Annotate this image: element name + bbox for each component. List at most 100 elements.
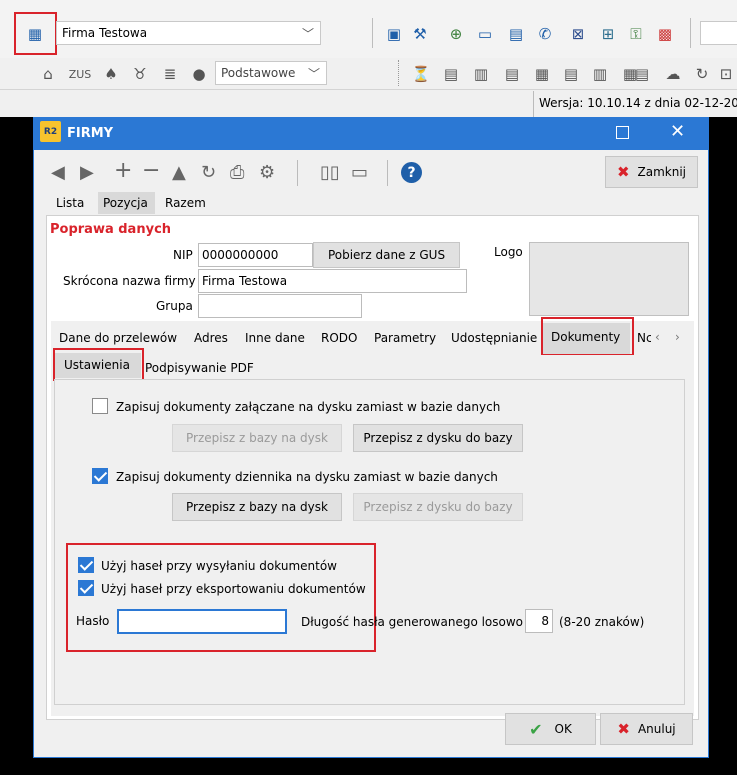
- separator: [533, 91, 534, 117]
- opt2-checkbox[interactable]: [92, 468, 108, 484]
- opt3-checkbox[interactable]: [78, 557, 94, 573]
- sub-tab-podpisywanie-pdf[interactable]: Podpisywanie PDF: [145, 361, 254, 375]
- highlight-box: [541, 317, 634, 356]
- award-icon[interactable]: ♉: [130, 64, 150, 84]
- doc-icon-6[interactable]: ▥: [590, 64, 610, 84]
- opt1-label: Zapisuj dokumenty załączane na dysku zam…: [116, 400, 501, 414]
- pw-length-hint: (8-20 znaków): [559, 615, 645, 629]
- save-icon[interactable]: ▣: [384, 24, 404, 44]
- bell-icon[interactable]: ♠: [101, 64, 121, 84]
- doc-icon-5[interactable]: ▤: [561, 64, 581, 84]
- globe-icon[interactable]: ⊕: [446, 24, 466, 44]
- opt4-checkbox[interactable]: [78, 580, 94, 596]
- separator: [690, 18, 691, 48]
- highlight-box: [14, 12, 57, 55]
- tab-rodo[interactable]: RODO: [321, 331, 357, 345]
- close-x-icon: ✖: [616, 163, 630, 181]
- group-label: Grupa: [156, 299, 193, 313]
- first-record-icon[interactable]: ◀: [51, 164, 65, 182]
- tab-inne-dane[interactable]: Inne dane: [245, 331, 305, 345]
- help-icon[interactable]: ?: [401, 162, 422, 183]
- company-combo-value: Firma Testowa: [62, 26, 148, 40]
- logo-box[interactable]: [529, 242, 689, 316]
- grid-icon[interactable]: ▩: [655, 24, 675, 44]
- db-to-disk-button-2[interactable]: Przepisz z bazy na dysk: [172, 493, 342, 521]
- mode-combo[interactable]: Podstawowe ﹀: [215, 61, 327, 85]
- opt1-checkbox[interactable]: [92, 398, 108, 414]
- columns-icon[interactable]: ▯▯: [320, 164, 340, 182]
- cancel-button-label: Anuluj: [637, 722, 676, 736]
- maximize-icon[interactable]: [616, 126, 629, 139]
- chevron-right-icon[interactable]: ›: [675, 330, 680, 344]
- password-input[interactable]: [117, 609, 287, 634]
- separator: [372, 18, 373, 48]
- app-toolbar-area: ▦ Firma Testowa ﹀ ▣ ⚒ ⊕ ▭ ▤ ✆ ⊠ ⊞ ⚿ ▩ ⌂ Z…: [0, 0, 737, 117]
- key-icon[interactable]: ⚿: [626, 24, 646, 44]
- excel-export-icon[interactable]: ⊠: [568, 24, 588, 44]
- db-to-disk-button-1[interactable]: Przepisz z bazy na dysk: [172, 424, 342, 452]
- highlight-box: [53, 348, 144, 381]
- phone-icon[interactable]: ✆: [535, 24, 555, 44]
- version-label: Wersja: 10.10.14 z dnia 02-12-20: [539, 96, 737, 110]
- cloud-icon[interactable]: ☁: [663, 64, 683, 84]
- logo-label: Logo: [494, 245, 523, 259]
- tab-dane-do-przelewow[interactable]: Dane do przelewów: [59, 331, 177, 345]
- firmy-dialog: R2 FIRMY ✕ ◀ ▶ + − ▲ ↻ ⎙ ⚙ ▯▯ ▭ ? ✖ Zamkn…: [33, 117, 709, 758]
- tab-parametry[interactable]: Parametry: [374, 331, 436, 345]
- tab-udostepnianie[interactable]: Udostępnianie: [451, 331, 537, 345]
- dialog-title: FIRMY: [67, 126, 114, 141]
- hourglass-icon[interactable]: ⏳: [411, 64, 431, 84]
- tab-more[interactable]: Nc: [637, 331, 651, 345]
- doc-icon-4[interactable]: ▦: [532, 64, 552, 84]
- doc-icon-3[interactable]: ▤: [502, 64, 522, 84]
- refresh-icon[interactable]: ↻: [692, 64, 712, 84]
- monitor-icon[interactable]: ▭: [351, 164, 368, 182]
- ok-button-label: OK: [554, 722, 572, 736]
- zus-icon[interactable]: ZUS: [69, 64, 92, 84]
- gus-button[interactable]: Pobierz dane z GUS: [313, 242, 460, 268]
- chevron-left-icon[interactable]: ‹: [655, 330, 660, 344]
- print-icon[interactable]: ⎙: [230, 164, 244, 182]
- tab-lista[interactable]: Lista: [56, 196, 84, 210]
- check-icon: ✔: [529, 719, 543, 739]
- bank-icon[interactable]: ⌂: [38, 64, 58, 84]
- extra-combo[interactable]: [700, 21, 737, 45]
- short-name-label: Skrócona nazwa firmy: [63, 274, 196, 288]
- bulb-icon[interactable]: ●: [189, 64, 209, 84]
- doc-icon-1[interactable]: ▤: [441, 64, 461, 84]
- refresh-icon[interactable]: ↻: [201, 164, 216, 182]
- section-title: Poprawa danych: [50, 222, 172, 237]
- add-icon[interactable]: +: [114, 160, 132, 182]
- message-icon[interactable]: ▭: [475, 24, 495, 44]
- triangle-icon[interactable]: ▲: [172, 164, 186, 182]
- short-name-input[interactable]: Firma Testowa: [198, 269, 467, 293]
- nip-label: NIP: [173, 248, 193, 262]
- company-combo[interactable]: Firma Testowa ﹀: [56, 21, 321, 45]
- tab-pozycja[interactable]: Pozycja: [103, 196, 148, 210]
- calculator-icon[interactable]: ▤: [506, 24, 526, 44]
- group-input[interactable]: [198, 294, 362, 318]
- close-button[interactable]: ✖ Zamknij: [605, 156, 698, 188]
- close-button-label: Zamknij: [637, 165, 687, 179]
- disk-to-db-button-2[interactable]: Przepisz z dysku do bazy: [353, 493, 523, 521]
- disk-to-db-button-1[interactable]: Przepisz z dysku do bazy: [353, 424, 523, 452]
- tab-razem[interactable]: Razem: [165, 196, 206, 210]
- cancel-button[interactable]: ✖ Anuluj: [600, 713, 693, 745]
- doc-icon-2[interactable]: ▥: [471, 64, 491, 84]
- doc-icon-8[interactable]: ▤: [632, 64, 652, 84]
- next-record-icon[interactable]: ▶: [80, 164, 94, 182]
- remove-icon[interactable]: −: [142, 160, 160, 182]
- pw-length-input[interactable]: 8: [525, 609, 553, 633]
- tools-icon[interactable]: ⚒: [410, 24, 430, 44]
- ok-button[interactable]: ✔ OK: [505, 713, 596, 745]
- nip-input[interactable]: 0000000000: [198, 243, 313, 267]
- dialog-titlebar: R2 FIRMY ✕: [34, 118, 708, 150]
- tab-adres[interactable]: Adres: [194, 331, 228, 345]
- coins-icon[interactable]: ≣: [160, 64, 180, 84]
- table-icon[interactable]: ⊞: [598, 24, 618, 44]
- app-logo-icon: R2: [40, 121, 61, 142]
- opt3-label: Użyj haseł przy wysyłaniu dokumentów: [101, 559, 337, 573]
- settings-icon[interactable]: ⚙: [259, 164, 275, 182]
- close-icon[interactable]: ✕: [670, 121, 685, 142]
- nav-icon[interactable]: ⊡: [716, 64, 736, 84]
